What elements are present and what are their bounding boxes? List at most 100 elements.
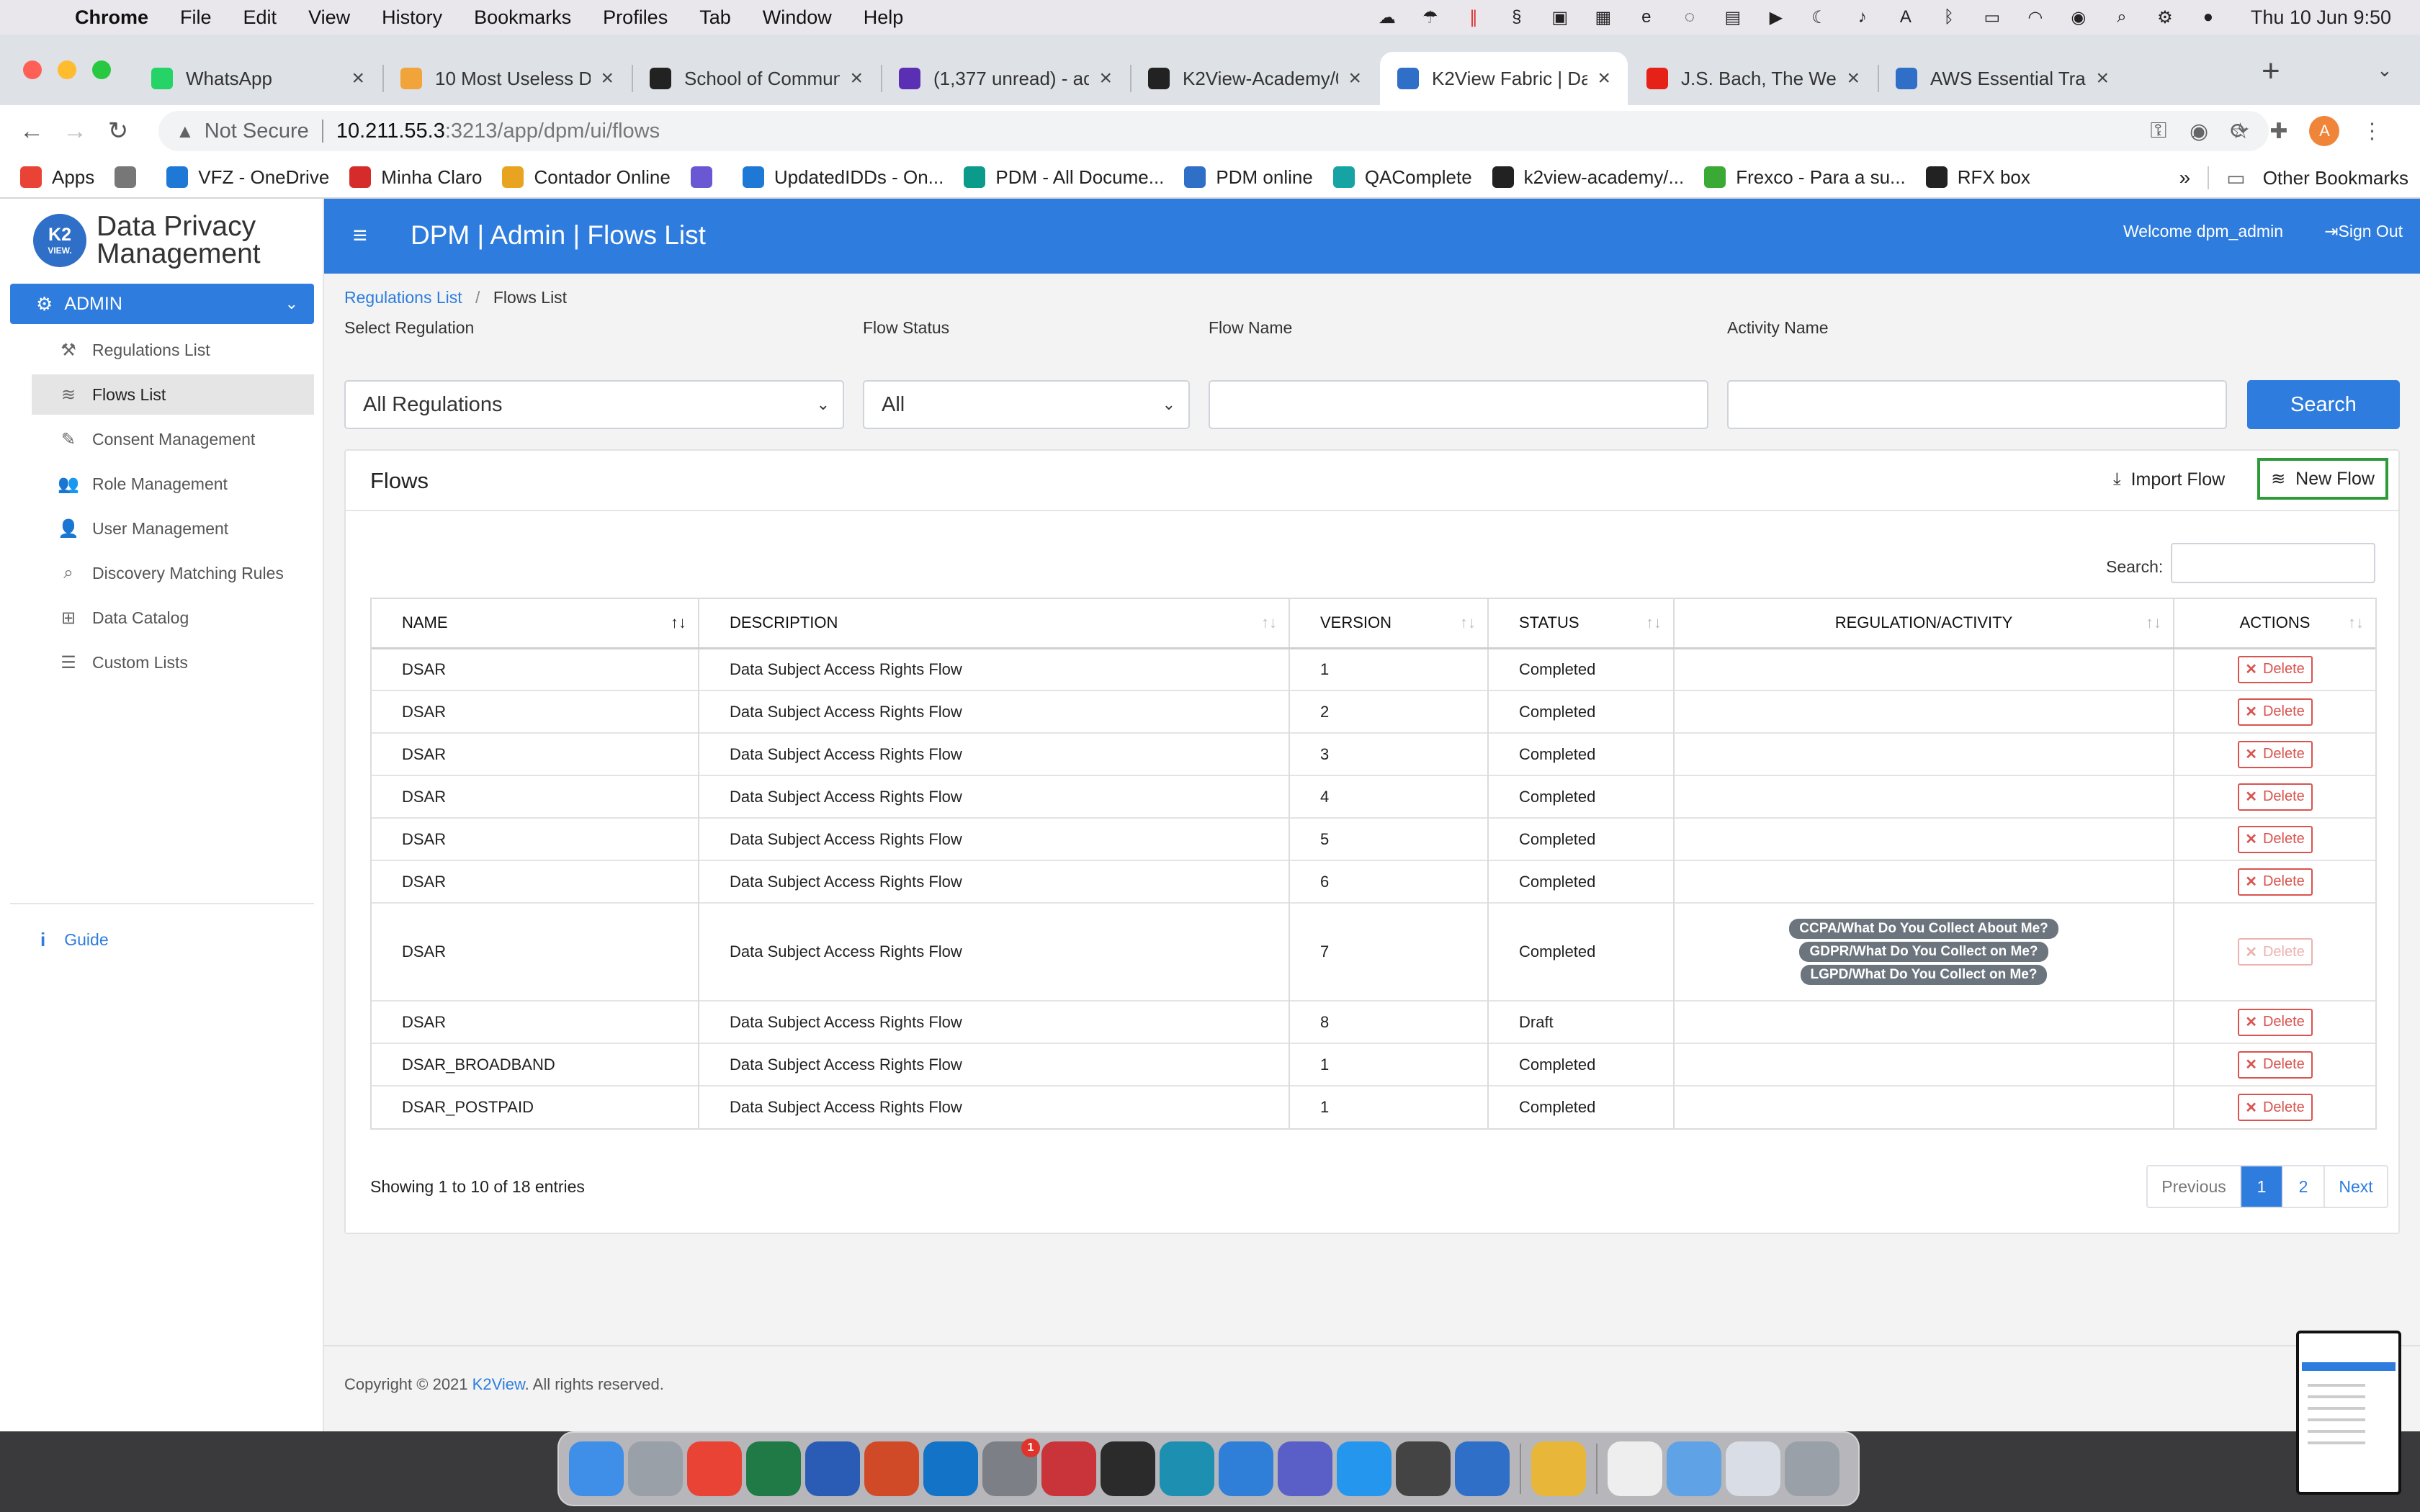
table-search-input[interactable] [2171, 543, 2375, 583]
sort-icon[interactable]: ↑↓ [2348, 613, 2364, 632]
bookmark-item[interactable]: k2view-academy/... [1492, 166, 1684, 189]
k2view-studio-icon[interactable] [1455, 1441, 1510, 1496]
excel-icon[interactable] [746, 1441, 801, 1496]
flow-status-select[interactable]: All ⌄ [863, 380, 1190, 429]
delete-button[interactable]: ✕ Delete [2237, 825, 2313, 853]
bookmark-item[interactable]: Apps [20, 166, 94, 189]
delete-button[interactable]: ✕ Delete [2237, 1094, 2313, 1121]
guide-link[interactable]: i Guide [40, 929, 109, 951]
edge-status-icon[interactable]: e [1636, 6, 1657, 28]
bookmark-item[interactable]: VFZ - OneDrive [166, 166, 329, 189]
browser-tab[interactable]: 10 Most Useless Deg × [383, 52, 631, 105]
other-bookmarks[interactable]: Other Bookmarks [2263, 167, 2408, 189]
bookmark-item[interactable]: UpdatedIDDs - On... [742, 166, 944, 189]
launchpad-icon[interactable] [628, 1441, 683, 1496]
browser-tab[interactable]: K2View-Academy/01 × [1131, 52, 1379, 105]
zoom-window-button[interactable] [92, 60, 111, 79]
delete-button[interactable]: ✕ Delete [2237, 655, 2313, 683]
windows-icon[interactable] [1219, 1441, 1273, 1496]
import-flow-button[interactable]: ⤓ Import Flow [2113, 459, 2225, 500]
bookmark-item[interactable]: Frexco - Para a su... [1704, 166, 1906, 189]
screen-icon[interactable]: ▣ [1549, 6, 1571, 28]
pagination-previous[interactable]: Previous [2148, 1166, 2241, 1207]
close-tab-icon[interactable]: × [351, 66, 364, 91]
delete-button[interactable]: ✕ Delete [2237, 783, 2313, 811]
menu-tab[interactable]: Tab [699, 6, 731, 29]
edge-icon[interactable] [1160, 1441, 1214, 1496]
wifi-icon[interactable]: ◠ [2025, 6, 2046, 28]
column-header-actions[interactable]: ACTIONS ↑↓ [2174, 599, 2375, 649]
admin-section-toggle[interactable]: ⚙ ADMIN ⌄ [10, 284, 314, 324]
reload-button[interactable]: ↻ [97, 117, 140, 145]
close-tab-icon[interactable]: × [2096, 66, 2109, 91]
keyboard-input-icon[interactable]: A [1895, 6, 1917, 28]
sidebar-item-regulations-list[interactable]: ⚒ Regulations List [32, 330, 314, 370]
menu-edit[interactable]: Edit [243, 6, 277, 29]
close-tab-icon[interactable]: × [601, 66, 614, 91]
warning-icon[interactable]: ▲ [176, 120, 194, 143]
weather-icon[interactable]: ☂ [1420, 6, 1441, 28]
menu-chrome[interactable]: Chrome [75, 6, 148, 29]
bookmark-item[interactable]: QAComplete [1332, 166, 1472, 189]
trash-icon[interactable] [1785, 1441, 1839, 1496]
txt-document-icon[interactable] [1608, 1441, 1662, 1496]
sync-icon[interactable]: § [1506, 6, 1528, 28]
breadcrumb-regulations-list[interactable]: Regulations List [344, 288, 462, 307]
delete-button[interactable]: ✕ Delete [2237, 938, 2313, 966]
siri-icon[interactable]: ● [2197, 6, 2219, 28]
extensions-puzzle-icon[interactable]: ✚ [2269, 119, 2287, 144]
chrome-menu-icon[interactable]: ⋮ [2361, 119, 2383, 144]
play-icon[interactable]: ▶ [1765, 6, 1787, 28]
browser-tab[interactable]: WhatsApp × [134, 52, 382, 105]
sidebar-item-custom-lists[interactable]: ☰ Custom Lists [32, 642, 314, 683]
browser-tab[interactable]: K2View Fabric | Data × [1380, 52, 1628, 105]
bookmark-item[interactable] [690, 166, 722, 188]
extension-share-icon[interactable]: ⟳ [2230, 119, 2248, 144]
menu-profiles[interactable]: Profiles [603, 6, 668, 29]
security-status[interactable]: Not Secure [205, 120, 309, 143]
sidebar-item-discovery-matching-rules[interactable]: ⌕ Discovery Matching Rules [32, 553, 314, 593]
chrome-icon[interactable] [687, 1441, 742, 1496]
close-tab-icon[interactable]: × [1847, 66, 1860, 91]
url-path[interactable]: :3213/app/dpm/ui/flows [445, 120, 660, 143]
sidebar-item-flows-list[interactable]: ≋ Flows List [32, 374, 314, 415]
activity-name-input[interactable] [1727, 380, 2227, 429]
parallels-icon[interactable] [1041, 1441, 1096, 1496]
menu-bookmarks[interactable]: Bookmarks [474, 6, 571, 29]
key-icon[interactable]: ⚿ [2150, 119, 2166, 143]
column-header-version[interactable]: VERSION ↑↓ [1289, 599, 1489, 649]
column-header-name[interactable]: NAME ↑↓ [372, 599, 699, 649]
control-center-icon[interactable]: ⚙ [2154, 6, 2176, 28]
spotlight-icon[interactable]: ⌕ [2111, 6, 2133, 28]
downloads-folder-icon[interactable] [1667, 1441, 1721, 1496]
delete-button[interactable]: ✕ Delete [2237, 868, 2313, 896]
bookmark-item[interactable]: Minha Claro [349, 166, 482, 189]
sidebar-item-user-management[interactable]: 👤 User Management [32, 508, 314, 549]
regulation-select[interactable]: All Regulations ⌄ [344, 380, 844, 429]
sidebar-item-data-catalog[interactable]: ⊞ Data Catalog [32, 598, 314, 638]
hamburger-menu-icon[interactable]: ≡ [353, 222, 367, 250]
delete-button[interactable]: ✕ Delete [2237, 698, 2313, 726]
new-flow-button[interactable]: ≋ New Flow [2257, 458, 2388, 500]
app-circle-icon[interactable] [1396, 1441, 1451, 1496]
menu-help[interactable]: Help [864, 6, 904, 29]
forward-button[interactable]: → [53, 117, 97, 145]
search-button[interactable]: Search [2247, 380, 2400, 429]
sort-icon[interactable]: ↑↓ [1460, 613, 1476, 632]
menu-clock[interactable]: Thu 10 Jun 9:50 [2251, 6, 2391, 28]
loader-icon[interactable]: ◌ [1679, 6, 1700, 28]
flow-name-input[interactable] [1209, 380, 1708, 429]
tab-search-icon[interactable]: ⌄ [2377, 59, 2393, 81]
pagination-page-2[interactable]: 2 [2283, 1166, 2325, 1207]
user-switch-icon[interactable]: ◉ [2068, 6, 2089, 28]
url-host[interactable]: 10.211.55.3 [336, 120, 445, 143]
bookmark-item[interactable]: PDM online [1184, 166, 1313, 189]
pagination-next[interactable]: Next [2325, 1166, 2387, 1207]
sidebar-item-role-management[interactable]: 👥 Role Management [32, 464, 314, 504]
address-bar[interactable]: ▲ Not Secure 10.211.55.3 :3213/app/dpm/u… [158, 111, 2269, 151]
outlook-icon[interactable] [923, 1441, 978, 1496]
close-tab-icon[interactable]: × [850, 66, 863, 91]
bookmark-item[interactable] [115, 166, 146, 188]
browser-tab[interactable]: AWS Essential Trainin × [1878, 52, 2126, 105]
bookmark-item[interactable]: RFX box [1925, 166, 2030, 189]
